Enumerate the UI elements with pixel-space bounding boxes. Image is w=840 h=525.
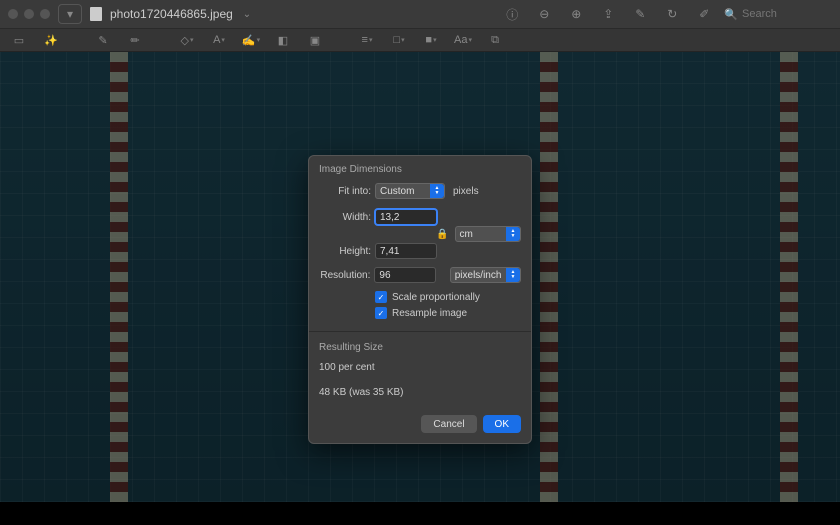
titlebar: ▾ photo1720446865.jpeg ⌄ ⓘ ⊖ ⊕ ⇪ ✎ ↻ ✐ 🔍 <box>0 0 840 28</box>
close-window-button[interactable] <box>8 9 18 19</box>
font-style-tool[interactable]: Aa <box>454 32 472 48</box>
dimension-unit-value: cm <box>460 229 473 240</box>
resulting-size-title: Resulting Size <box>309 336 531 355</box>
zoom-out-button[interactable]: ⊖ <box>532 4 556 24</box>
lock-aspect-icon[interactable]: 🔒 <box>434 229 450 240</box>
width-label: Width: <box>319 212 371 223</box>
search-icon: 🔍 <box>724 8 738 21</box>
markup-toggle-button[interactable]: ✐ <box>692 4 716 24</box>
ok-button[interactable]: OK <box>483 415 521 433</box>
resolution-unit-select[interactable]: pixels/inch ▲▼ <box>450 267 521 283</box>
resulting-percent: 100 per cent <box>319 362 521 373</box>
select-arrows-icon: ▲▼ <box>506 268 520 282</box>
resulting-filesize: 48 KB (was 35 KB) <box>319 387 521 398</box>
search-input[interactable] <box>742 8 832 20</box>
resolution-label: Resolution: <box>319 270 370 281</box>
selection-tool[interactable]: ▭ <box>10 32 28 48</box>
resolution-unit-value: pixels/inch <box>455 270 502 281</box>
resample-image-label: Resample image <box>392 308 467 319</box>
divider <box>309 331 531 332</box>
sidebar-toggle-button[interactable]: ▾ <box>58 4 82 24</box>
document-title: photo1720446865.jpeg <box>110 7 233 21</box>
dimension-unit-select[interactable]: cm ▲▼ <box>455 226 521 242</box>
image-description-tool[interactable]: ⧉ <box>486 32 504 48</box>
height-label: Height: <box>319 246 371 257</box>
resolution-input[interactable]: 96 <box>374 267 435 283</box>
width-value: 13,2 <box>380 212 399 223</box>
scale-proportionally-label: Scale proportionally <box>392 292 480 303</box>
zoom-in-button[interactable]: ⊕ <box>564 4 588 24</box>
info-button[interactable]: ⓘ <box>500 4 524 24</box>
document-icon <box>90 7 102 21</box>
fit-into-unit: pixels <box>453 186 479 197</box>
width-input[interactable]: 13,2 <box>375 209 437 225</box>
search-field[interactable]: 🔍 <box>724 8 832 21</box>
scale-proportionally-checkbox[interactable]: ✓ Scale proportionally <box>375 289 521 305</box>
rotate-button[interactable]: ↻ <box>660 4 684 24</box>
app-window: ▾ photo1720446865.jpeg ⌄ ⓘ ⊖ ⊕ ⇪ ✎ ↻ ✐ 🔍… <box>0 0 840 525</box>
border-color-tool[interactable]: □ <box>390 32 408 48</box>
markup-toolbar: ▭ ✨ ✎ ✏ ◇ A ✍ ◧ ▣ ≡ □ ■ Aa ⧉ <box>0 28 840 52</box>
draw-tool[interactable]: ✏ <box>126 32 144 48</box>
title-dropdown-icon[interactable]: ⌄ <box>243 9 251 20</box>
sign-tool[interactable]: ✍ <box>242 32 260 48</box>
share-button[interactable]: ⇪ <box>596 4 620 24</box>
dialog-title: Image Dimensions <box>309 156 531 179</box>
resample-image-checkbox[interactable]: ✓ Resample image <box>375 305 521 321</box>
window-controls <box>8 9 50 19</box>
select-arrows-icon: ▲▼ <box>430 184 444 198</box>
checkbox-checked-icon: ✓ <box>375 291 387 303</box>
letterbox-bottom <box>0 502 840 525</box>
minimize-window-button[interactable] <box>24 9 34 19</box>
fit-into-label: Fit into: <box>319 186 371 197</box>
checkbox-checked-icon: ✓ <box>375 307 387 319</box>
line-style-tool[interactable]: ≡ <box>358 32 376 48</box>
height-input[interactable]: 7,41 <box>375 243 437 259</box>
text-tool[interactable]: A <box>210 32 228 48</box>
instant-alpha-tool[interactable]: ✨ <box>42 32 60 48</box>
fit-into-select[interactable]: Custom ▲▼ <box>375 183 445 199</box>
image-dimensions-dialog: Image Dimensions Fit into: Custom ▲▼ pix… <box>308 155 532 444</box>
cancel-button[interactable]: Cancel <box>421 415 476 433</box>
adjust-color-tool[interactable]: ◧ <box>274 32 292 48</box>
select-arrows-icon: ▲▼ <box>506 227 520 241</box>
zoom-window-button[interactable] <box>40 9 50 19</box>
sketch-tool[interactable]: ✎ <box>94 32 112 48</box>
fit-into-value: Custom <box>380 186 414 197</box>
resolution-value: 96 <box>379 270 390 281</box>
fill-color-tool[interactable]: ■ <box>422 32 440 48</box>
shapes-tool[interactable]: ◇ <box>178 32 196 48</box>
adjust-size-tool[interactable]: ▣ <box>306 32 324 48</box>
height-value: 7,41 <box>380 246 399 257</box>
highlight-button[interactable]: ✎ <box>628 4 652 24</box>
